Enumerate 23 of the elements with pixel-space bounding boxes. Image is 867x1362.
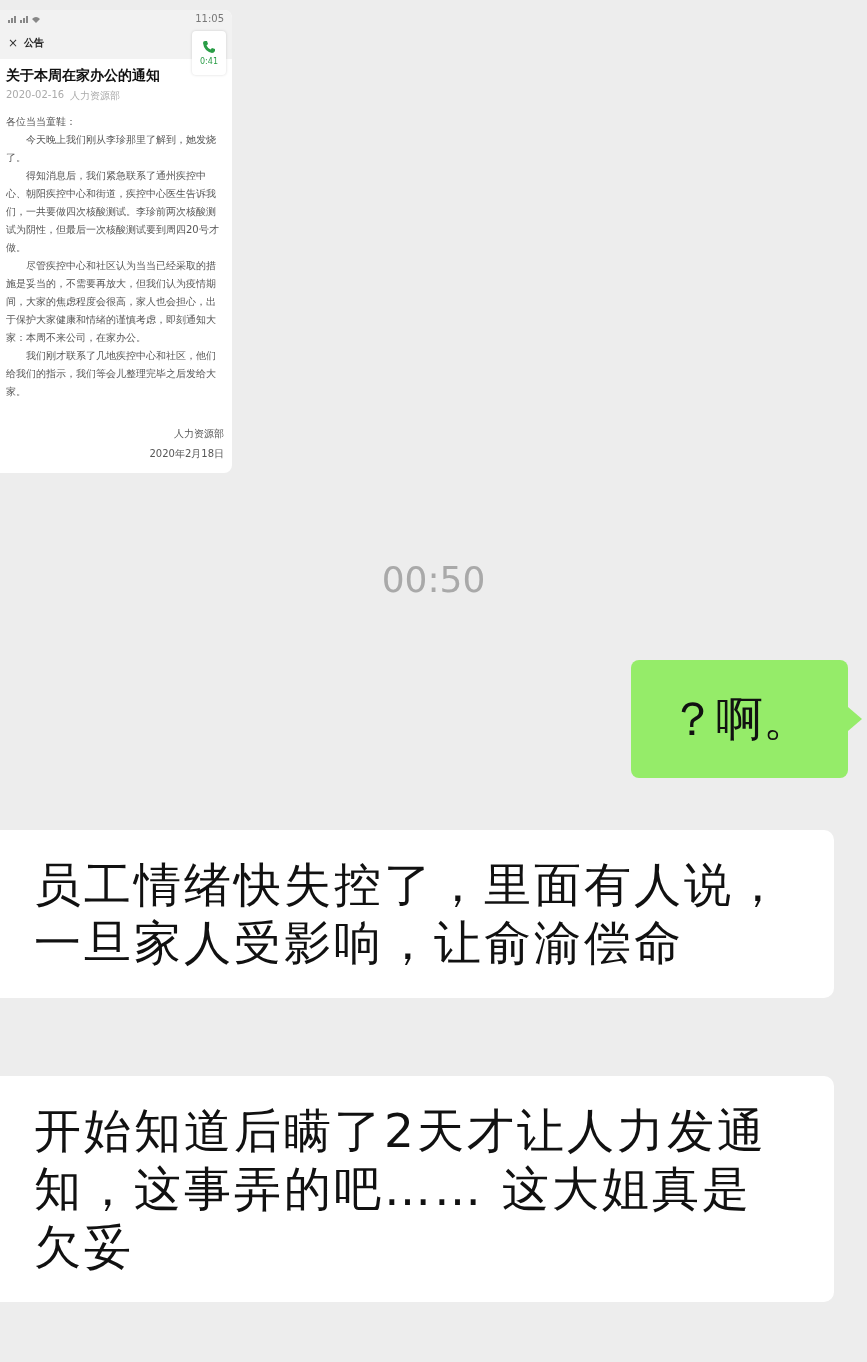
article-title: 关于本周在家办公的通知 [6,67,160,85]
call-duration: 0:41 [200,57,218,66]
page-title: 公告 [24,36,45,50]
article-date: 2020-02-16 [6,89,65,102]
status-time: 11:05 [195,13,224,24]
shared-screenshot[interactable] [0,10,232,473]
call-widget[interactable]: 0:41 [192,31,226,75]
message-bubble: 员工情绪快失控了，里面有人说，一旦家人受影响，让俞渝偿命 [0,830,834,998]
bubble-tail [848,707,862,731]
signal-icon [8,14,42,23]
signed-date: 2020年2月18日 [149,447,224,461]
paragraph: 我们刚才联系了几地疾控中心和社区，他们给我们的指示，我们等会儿整理完毕之后发给大家。 [6,349,217,399]
message-bubble: 开始知道后瞒了2天才让人力发通知，这事弄的吧…… 这大姐真是欠妥 [0,1076,834,1302]
timestamp: 00:50 [381,559,486,600]
message-bubble: ？啊。 [631,660,848,778]
paragraph: 今天晚上我们刚从李珍那里了解到，她发烧了。 [6,133,217,165]
paragraph: 得知消息后，我们紧急联系了通州疾控中心、朝阳疾控中心和街道，疾控中心医生告诉我们，一共要做四次核酸测试。李珍前两次核酸测试为阴性，但最后一次核酸测试要到周四20号才做。 [6,169,220,255]
close-button[interactable]: × [8,36,19,50]
signature: 人力资源部 [174,427,224,441]
paragraph: 尽管疾控中心和社区认为当当已经采取的措施是妥当的，不需要再放大，但我们认为疫情期间，大家的焦虑程度会很高，家人也会担心，出于保护大家健康和情绪的谨慎考虑，即刻通知大家：本周不来公司，在家办公。 [6,259,217,345]
article-author: 人力资源部 [70,89,121,103]
phone-icon [202,40,216,54]
greeting: 各位当当童鞋： [6,115,77,129]
